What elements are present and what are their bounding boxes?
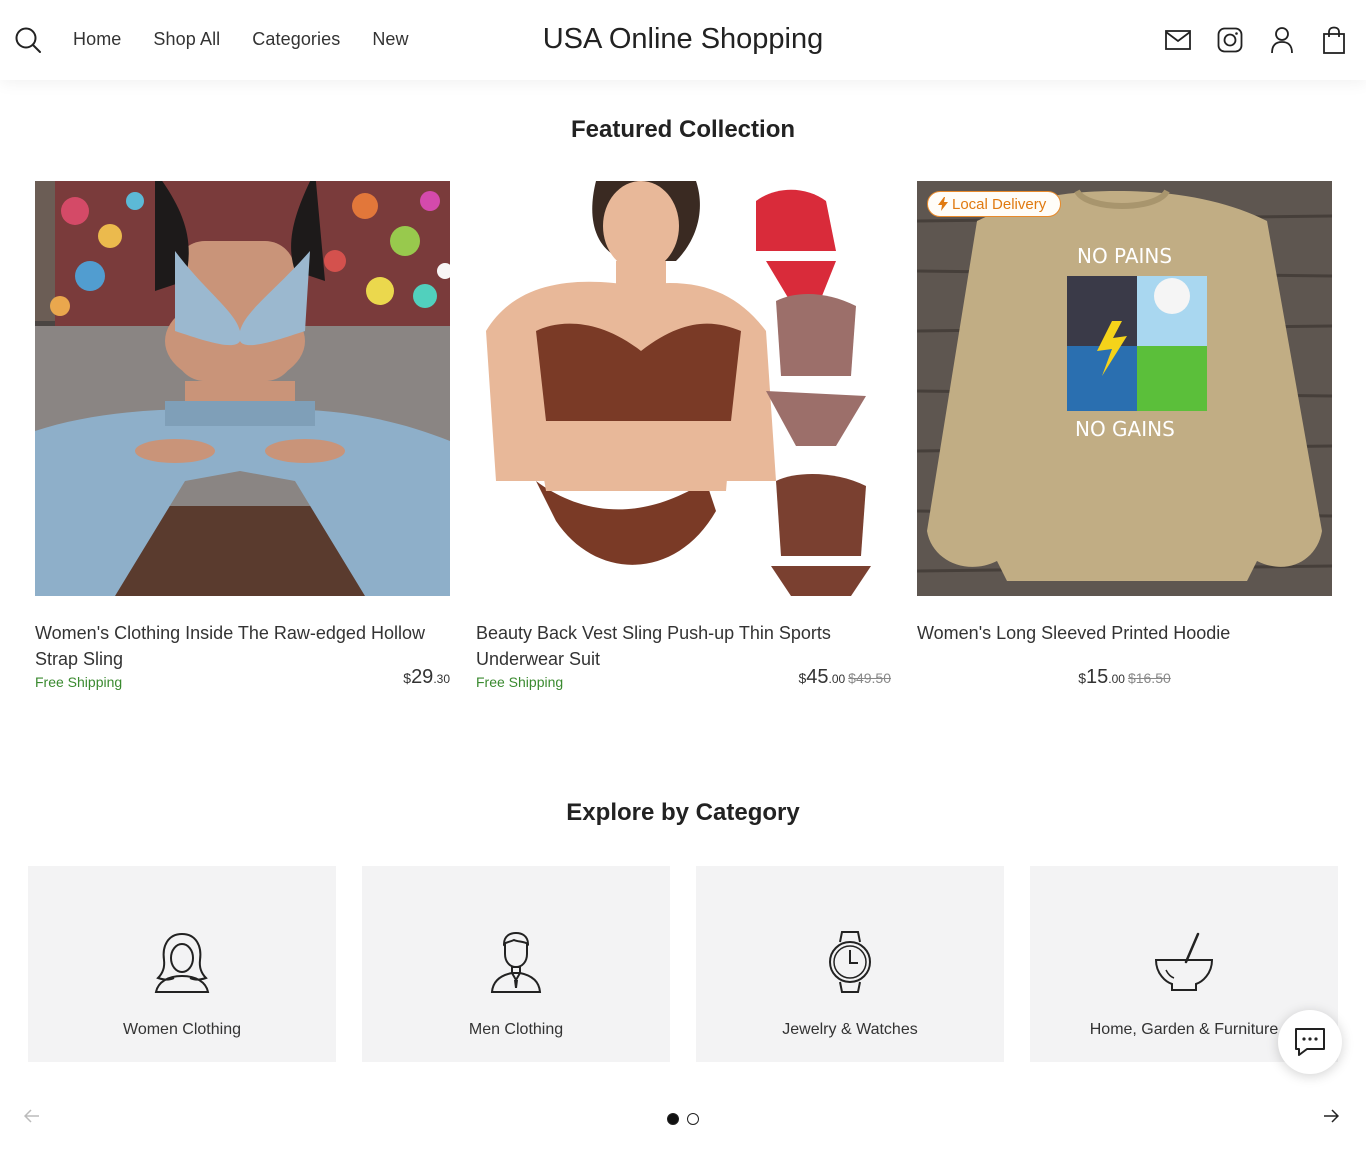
category-tile-jewelry-watches[interactable]: Jewelry & Watches — [696, 866, 1004, 1062]
carousel-prev-arrow-icon[interactable] — [22, 1106, 42, 1126]
carousel-dot-2[interactable] — [687, 1113, 699, 1125]
product-price: $45.00 $49.50 — [798, 666, 891, 688]
man-icon — [362, 930, 670, 994]
product-title[interactable]: Women's Long Sleeved Printed Hoodie — [917, 620, 1332, 672]
product-image-sports-underwear[interactable] — [476, 181, 891, 596]
watch-icon — [696, 930, 1004, 994]
product-card[interactable]: Women's Clothing Inside The Raw-edged Ho… — [35, 181, 450, 700]
chat-button[interactable] — [1278, 1010, 1342, 1074]
category-label: Men Clothing — [468, 1021, 564, 1038]
featured-collection-title: Featured Collection — [570, 116, 796, 143]
nav-categories[interactable]: Categories — [252, 29, 340, 50]
account-icon[interactable] — [1268, 25, 1296, 55]
product-card[interactable]: NO PAINS NO GAINS Local Delivery Women's… — [917, 181, 1332, 700]
carousel-next-arrow-icon[interactable] — [1321, 1106, 1341, 1126]
hoodie-print-top-text: NO PAINS — [1077, 244, 1172, 268]
category-label: Women Clothing — [123, 1021, 241, 1038]
product-image-denim-top[interactable] — [35, 181, 450, 596]
product-title[interactable]: Women's Clothing Inside The Raw-edged Ho… — [35, 620, 450, 672]
cart-icon[interactable] — [1320, 25, 1348, 55]
category-tile-women-clothing[interactable]: Women Clothing — [28, 866, 336, 1062]
product-price: $15.00 $16.50 — [1078, 666, 1171, 688]
free-shipping-label: Free Shipping — [476, 674, 564, 690]
product-card[interactable]: Beauty Back Vest Sling Push-up Thin Spor… — [476, 181, 891, 700]
category-tile-men-clothing[interactable]: Men Clothing — [362, 866, 670, 1062]
hoodie-print-bottom-text: NO GAINS — [1075, 417, 1175, 441]
instagram-icon[interactable] — [1216, 25, 1244, 55]
brand-logo[interactable]: USA Online Shopping — [543, 23, 824, 55]
carousel-dot-1[interactable] — [667, 1113, 679, 1125]
mortar-pestle-icon — [1030, 930, 1338, 994]
header-actions — [1164, 25, 1348, 55]
product-price: $29.30 — [403, 666, 450, 688]
woman-icon — [28, 930, 336, 994]
mail-icon[interactable] — [1164, 25, 1192, 55]
carousel-pagination — [667, 1113, 699, 1125]
free-shipping-label: Free Shipping — [35, 674, 123, 690]
chat-icon — [1295, 1028, 1325, 1056]
category-label: Jewelry & Watches — [782, 1021, 918, 1038]
compare-at-price: $16.50 — [1127, 670, 1171, 686]
local-delivery-badge: Local Delivery — [927, 191, 1062, 217]
product-image-printed-hoodie[interactable]: NO PAINS NO GAINS Local Delivery — [917, 181, 1332, 596]
search-icon[interactable] — [14, 26, 42, 54]
product-title[interactable]: Beauty Back Vest Sling Push-up Thin Spor… — [476, 620, 891, 672]
nav-new[interactable]: New — [372, 29, 408, 50]
compare-at-price: $49.50 — [848, 670, 891, 686]
site-header: Home Shop All Categories New USA Online … — [0, 0, 1366, 80]
nav-home[interactable]: Home — [73, 29, 121, 50]
explore-category-title: Explore by Category — [566, 799, 800, 826]
main-nav: Home Shop All Categories New — [73, 29, 409, 50]
nav-shop-all[interactable]: Shop All — [153, 29, 220, 50]
lightning-icon — [938, 197, 948, 211]
